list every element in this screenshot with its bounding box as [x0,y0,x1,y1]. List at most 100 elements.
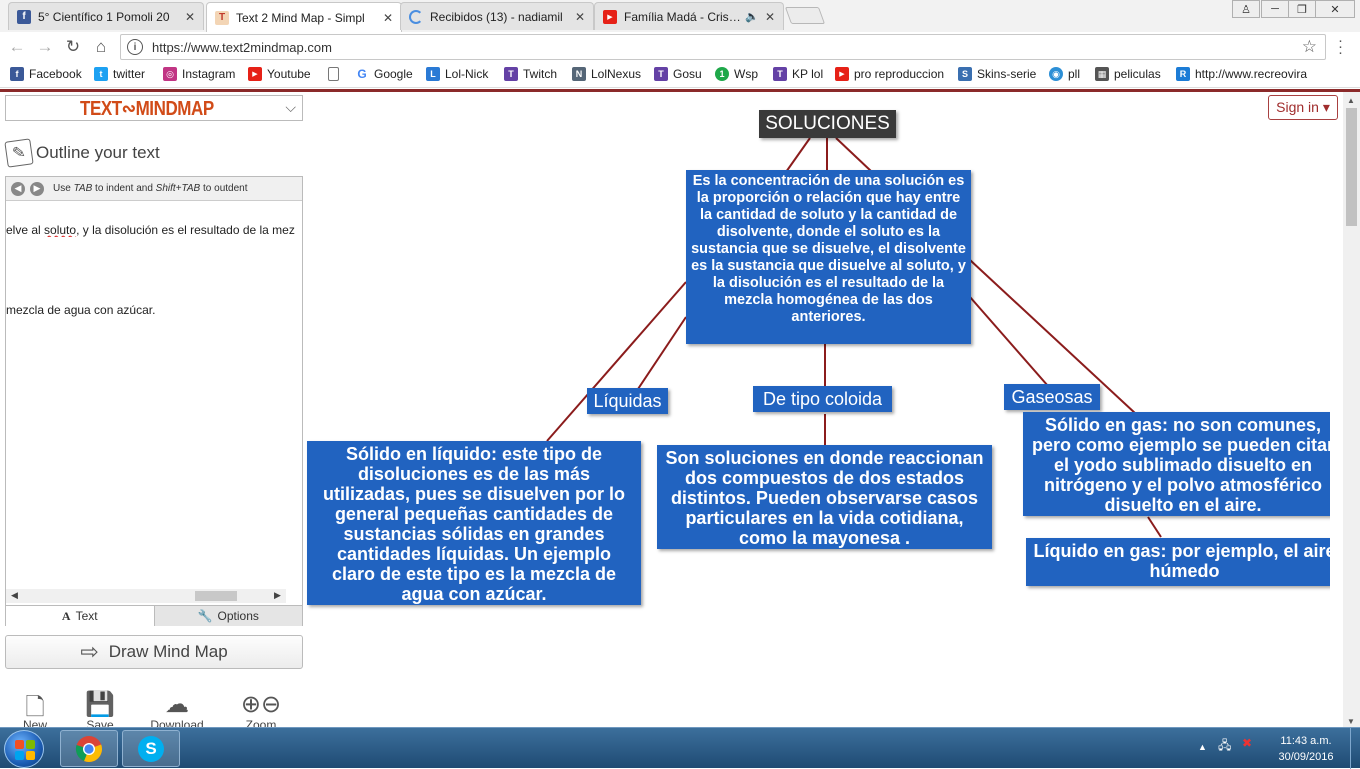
bookmark-label: Skins-serie [977,67,1037,81]
logo-dropdown[interactable]: TEXT∾MINDMAP ⌵ [5,95,303,121]
bookmark-label: twitter [113,67,146,81]
editor-line[interactable]: elve al soluto, y la disolución es el re… [6,223,302,237]
browser-tab-gmail[interactable]: Recibidos (13) - nadiamil ✕ [400,2,594,30]
windows-taskbar: S ▲ 🖧 ✖ 11:43 a.m. 30/09/2016 [0,727,1360,769]
reload-icon[interactable]: ↻ [62,36,84,58]
tab-title: Família Madá - Cristal [624,9,742,24]
bookmark-skins-serie[interactable]: S Skins-serie [958,67,1036,81]
wrench-icon: 🔧 [197,609,213,623]
bookmark-label: LolNexus [591,67,642,81]
bookmark-gosu[interactable]: T Gosu [654,67,702,81]
close-icon[interactable]: ✕ [383,11,393,25]
show-desktop-button[interactable] [1350,728,1360,769]
start-button[interactable] [4,730,44,768]
browser-tab-text2mindmap[interactable]: T Text 2 Mind Map - Simpl ✕ [206,2,402,32]
speaker-icon[interactable]: 🔈 [745,10,759,23]
mind-map-node-solido-liquido[interactable]: Sólido en líquido: este tipo de disoluci… [307,441,641,605]
browser-toolbar: ← → ↻ ⌂ i https://www.text2mindmap.com ☆… [0,32,1360,62]
bookmark-wsp[interactable]: 1 Wsp [715,67,758,81]
text2mindmap-logo: TEXT∾MINDMAP [80,97,214,120]
bookmark-kp-lol[interactable]: T KP lol [773,67,823,81]
volume-muted-icon[interactable]: ✖ [1242,736,1252,750]
bookmark-facebook[interactable]: f Facebook [10,67,82,81]
bookmark-pll[interactable]: ◉ pll [1049,67,1080,81]
download-button[interactable]: ☁ Download [150,690,204,727]
restore-button[interactable]: ❐ [1288,0,1316,18]
editor-line[interactable]: mezcla de agua con azúcar. [6,303,302,317]
bookmark-youtube[interactable]: ▶ Youtube [248,67,311,81]
recreo-icon: R [1176,67,1190,81]
new-tab-button[interactable] [784,7,826,24]
info-icon[interactable]: i [127,39,143,55]
window-close-button[interactable]: ✕ [1315,0,1355,18]
bookmark-star-icon[interactable]: ☆ [1302,37,1317,57]
bookmark-twitch[interactable]: T Twitch [504,67,557,81]
scroll-thumb[interactable] [1346,108,1357,226]
youtube-icon: ▶ [835,67,849,81]
mind-map-canvas[interactable]: SOLUCIONES Es la concentración de una so… [306,92,1330,727]
tray-expand-icon[interactable]: ▲ [1198,742,1207,752]
outdent-arrow-icon[interactable]: ◀ [11,181,25,196]
twitch-icon: T [773,67,787,81]
indent-arrow-icon[interactable]: ▶ [30,181,44,196]
browser-tab-facebook[interactable]: f 5° Científico 1 Pomoli 20 ✕ [8,2,204,30]
new-document-icon: 🗋 [25,694,45,721]
minimize-button[interactable]: ─ [1261,0,1289,18]
scroll-right-icon[interactable]: ▶ [274,590,281,601]
bookmark-pro-reproduccion[interactable]: ▶ pro reproduccion [835,67,944,81]
forward-arrow-icon[interactable]: → [34,36,56,58]
browser-tab-youtube[interactable]: ▶ Família Madá - Cristal 🔈 ✕ [594,2,784,30]
address-bar[interactable]: i https://www.text2mindmap.com ☆ [120,34,1326,60]
taskbar-chrome[interactable] [60,730,118,767]
url-text[interactable]: https://www.text2mindmap.com [152,40,332,55]
bookmark-lol-nick[interactable]: L Lol-Nick [426,67,488,81]
editor-tabs: A Text 🔧 Options [6,605,302,626]
link-root-gaseosas [969,296,1049,387]
mind-map-node-liquido-gas[interactable]: Líquido en gas: por ejemplo, el aire húm… [1026,538,1330,586]
mind-map-node-coloida[interactable]: De tipo coloida [753,386,892,412]
link-root-definition-2 [785,137,811,173]
network-icon[interactable]: 🖧 [1218,736,1231,757]
chrome-icon [75,735,103,762]
close-icon[interactable]: ✕ [185,10,195,24]
profile-icon[interactable]: ♙ [1232,0,1260,18]
scroll-down-icon[interactable]: ▼ [1347,717,1355,726]
new-button[interactable]: 🗋 New [8,690,62,727]
tab-options[interactable]: 🔧 Options [153,606,302,626]
mind-map-root-node[interactable]: SOLUCIONES [759,110,896,138]
home-icon[interactable]: ⌂ [90,36,112,58]
mind-map-node-gaseosas[interactable]: Gaseosas [1004,384,1100,410]
bookmark-instagram[interactable]: ◎ Instagram [163,67,235,81]
save-button[interactable]: 💾 Save [73,690,127,727]
scroll-up-icon[interactable]: ▲ [1347,96,1355,105]
bookmark-lolnexus[interactable]: N LolNexus [572,67,641,81]
bookmark-recreovira[interactable]: Rhttp://www.recreovira [1176,67,1307,81]
outline-editor[interactable]: ◀ ▶ Use TAB to indent and Shift+TAB to o… [5,176,303,626]
editor-horizontal-scrollbar[interactable]: ◀ ▶ [6,589,286,603]
system-clock[interactable]: 11:43 a.m. 30/09/2016 [1266,733,1346,765]
scroll-thumb[interactable] [195,591,237,601]
bookmark-google[interactable]: G Google [355,67,413,81]
bookmark-peliculas[interactable]: ▦ peliculas [1095,67,1161,81]
bookmark-label: pro reproduccion [854,67,945,81]
zoom-button[interactable]: ⊕⊖ Zoom [234,690,288,727]
mind-map-node-liquidas[interactable]: Líquidas [587,388,668,414]
back-arrow-icon[interactable]: ← [6,36,28,58]
mind-map-node-solido-gas[interactable]: Sólido en gas: no son comunes, pero como… [1023,412,1330,516]
close-icon[interactable]: ✕ [575,10,585,24]
tab-text[interactable]: A Text [6,606,154,626]
close-icon[interactable]: ✕ [765,10,775,24]
bookmark-twitter[interactable]: t twitter [94,67,145,81]
save-icon: 💾 [85,691,115,718]
menu-dots-icon[interactable]: · · · [1338,33,1344,60]
zoom-icon: ⊕⊖ [240,691,282,718]
scroll-left-icon[interactable]: ◀ [11,590,18,601]
taskbar-skype[interactable]: S [122,730,180,767]
mind-map-node-coloida-desc[interactable]: Son soluciones en donde reaccionan dos c… [657,445,992,549]
mind-map-node-definition[interactable]: Es la concentración de una solución es l… [686,170,971,344]
bookmark-page[interactable] [328,67,344,81]
page-vertical-scrollbar[interactable]: ▲ ▼ [1343,92,1360,727]
draw-mind-map-button[interactable]: ⇨ Draw Mind Map [5,635,303,669]
link-gaseosas-liquido-gas [1147,516,1162,538]
page-content: TEXT∾MINDMAP ⌵ Sign in ▾ ✎ Outline your … [0,89,1360,727]
